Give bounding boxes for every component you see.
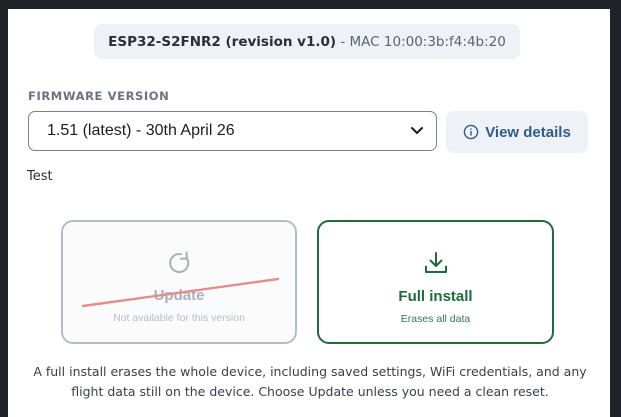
device-model: ESP32-S2FNR2 (revision v1.0) [108, 33, 337, 50]
firmware-version-label: FIRMWARE VERSION [28, 89, 170, 103]
update-title: Update [153, 287, 205, 304]
release-note: Test [27, 169, 53, 184]
full-install-warning: A full install erases the whole device, … [33, 364, 587, 399]
device-separator: - [336, 33, 350, 50]
unavailable-strike-line [81, 277, 280, 308]
info-icon [463, 124, 479, 140]
download-icon [424, 252, 447, 273]
window-frame-top [0, 0, 621, 9]
refresh-icon [169, 251, 190, 273]
view-details-label: View details [485, 123, 571, 141]
firmware-version-select[interactable]: 1.51 (latest) - 30th April 26 [28, 111, 437, 151]
firmware-version-value: 1.51 (latest) - 30th April 26 [47, 122, 235, 139]
device-mac: MAC 10:00:3b:f4:4b:20 [349, 33, 506, 50]
device-info-chip: ESP32-S2FNR2 (revision v1.0) - MAC 10:00… [94, 24, 520, 59]
full-install-subtitle: Erases all data [400, 313, 471, 325]
update-option-card: Update Not available for this version [61, 220, 297, 344]
firmware-panel: ESP32-S2FNR2 (revision v1.0) - MAC 10:00… [8, 9, 610, 417]
view-details-button[interactable]: View details [446, 111, 588, 153]
window-frame-right [610, 9, 621, 417]
full-install-option-card[interactable]: Full install Erases all data [317, 220, 554, 344]
window-frame-left [0, 9, 8, 417]
full-install-title: Full install [398, 288, 473, 305]
chevron-down-icon [411, 127, 423, 134]
update-subtitle: Not available for this version [113, 312, 245, 324]
